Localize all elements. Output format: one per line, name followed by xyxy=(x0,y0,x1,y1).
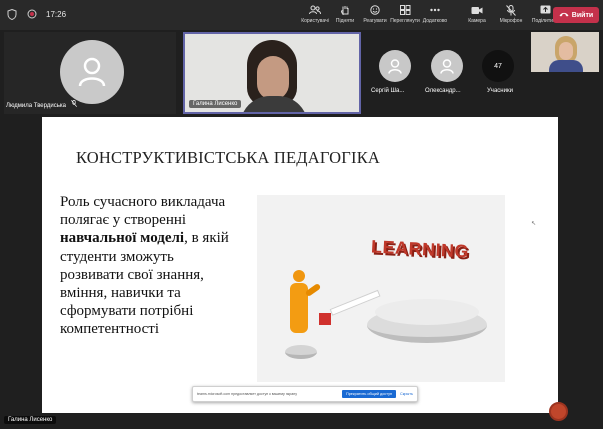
participants-overflow-label: Учасники xyxy=(487,88,513,94)
participant-name-main: Людмила Твердиська xyxy=(6,99,77,109)
view-label: Переглянути xyxy=(390,18,420,24)
shield-icon xyxy=(6,8,18,20)
share-screen-icon xyxy=(539,4,551,16)
leave-button[interactable]: Вийти xyxy=(553,7,599,23)
toolbar-actions: Користувачі Підняти Реагувати Переглянут… xyxy=(300,4,450,24)
phone-hangup-icon xyxy=(559,12,569,19)
toolbar-device-controls: Камера Мікрофон Поділитися xyxy=(462,4,560,24)
participant-name-video: Галина Лисенко xyxy=(189,100,242,108)
camera-icon xyxy=(471,4,483,16)
microphone-button[interactable]: Мікрофон xyxy=(496,4,526,24)
react-icon xyxy=(369,4,381,16)
microphone-label: Мікрофон xyxy=(499,18,523,24)
meeting-toolbar: 17:26 Користувачі Підняти Реагувати Пере… xyxy=(0,0,603,30)
meeting-timer: 17:26 xyxy=(46,9,67,19)
slide-body-text: Роль сучасного викладача полягає у створ… xyxy=(60,194,229,338)
stop-sharing-button[interactable]: Прекратить общий доступ xyxy=(341,390,397,398)
leave-label: Вийти xyxy=(571,11,594,19)
people-icon xyxy=(309,4,321,16)
participant-tile-video[interactable]: Галина Лисенко xyxy=(183,32,361,114)
microphone-muted-icon xyxy=(505,4,517,16)
camera-button[interactable]: Камера xyxy=(462,4,492,24)
learning-illustration: LEARNING xyxy=(257,195,505,382)
react-button[interactable]: Реагувати xyxy=(360,4,390,24)
mic-muted-icon xyxy=(70,99,77,109)
view-button[interactable]: Переглянути xyxy=(390,4,420,24)
screen-share-banner: teams.microsoft.com предоставляет доступ… xyxy=(192,386,418,402)
participants-button[interactable]: Користувачі xyxy=(300,4,330,24)
self-video-preview[interactable] xyxy=(531,32,599,72)
slide-nav-circle[interactable] xyxy=(549,402,568,421)
participant-name-2: Олександр... xyxy=(425,88,461,94)
more-icon xyxy=(429,4,441,16)
participants-overflow-count[interactable]: 47 xyxy=(482,50,514,82)
hide-banner-link[interactable]: Скрыть xyxy=(400,392,413,396)
raise-hand-icon xyxy=(339,4,351,16)
raise-hand-label: Підняти xyxy=(335,18,355,24)
toolbar-left: 17:26 xyxy=(6,8,66,20)
raise-hand-button[interactable]: Підняти xyxy=(330,4,360,24)
participant-avatar-2[interactable] xyxy=(431,50,463,82)
react-label: Реагувати xyxy=(363,18,387,24)
shared-slide: КОНСТРУКТИВІСТСЬКА ПЕДАГОГІКА Роль сучас… xyxy=(42,117,568,421)
person-icon xyxy=(388,58,402,74)
slide-title: КОНСТРУКТИВІСТСЬКА ПЕДАГОГІКА xyxy=(76,148,381,167)
more-label: Додатково xyxy=(422,18,448,24)
puzzle-piece-icon xyxy=(319,313,331,325)
participants-label: Користувачі xyxy=(301,18,329,24)
view-icon xyxy=(399,4,411,16)
avatar xyxy=(60,40,124,104)
participant-name-1: Сергій Ша... xyxy=(371,88,405,94)
person-icon xyxy=(440,58,454,74)
presenter-name-tag: Галина Лисенко xyxy=(4,416,57,424)
more-button[interactable]: Додатково xyxy=(420,4,450,24)
person-icon xyxy=(78,57,106,87)
cursor-icon: ↖ xyxy=(531,221,537,227)
record-icon xyxy=(26,8,38,20)
share-banner-message: teams.microsoft.com предоставляет доступ… xyxy=(197,392,298,396)
camera-label: Камера xyxy=(468,18,486,24)
teams-meeting-window: 17:26 Користувачі Підняти Реагувати Пере… xyxy=(0,0,603,429)
learning-word: LEARNING xyxy=(370,236,470,262)
participant-avatar-1[interactable] xyxy=(379,50,411,82)
